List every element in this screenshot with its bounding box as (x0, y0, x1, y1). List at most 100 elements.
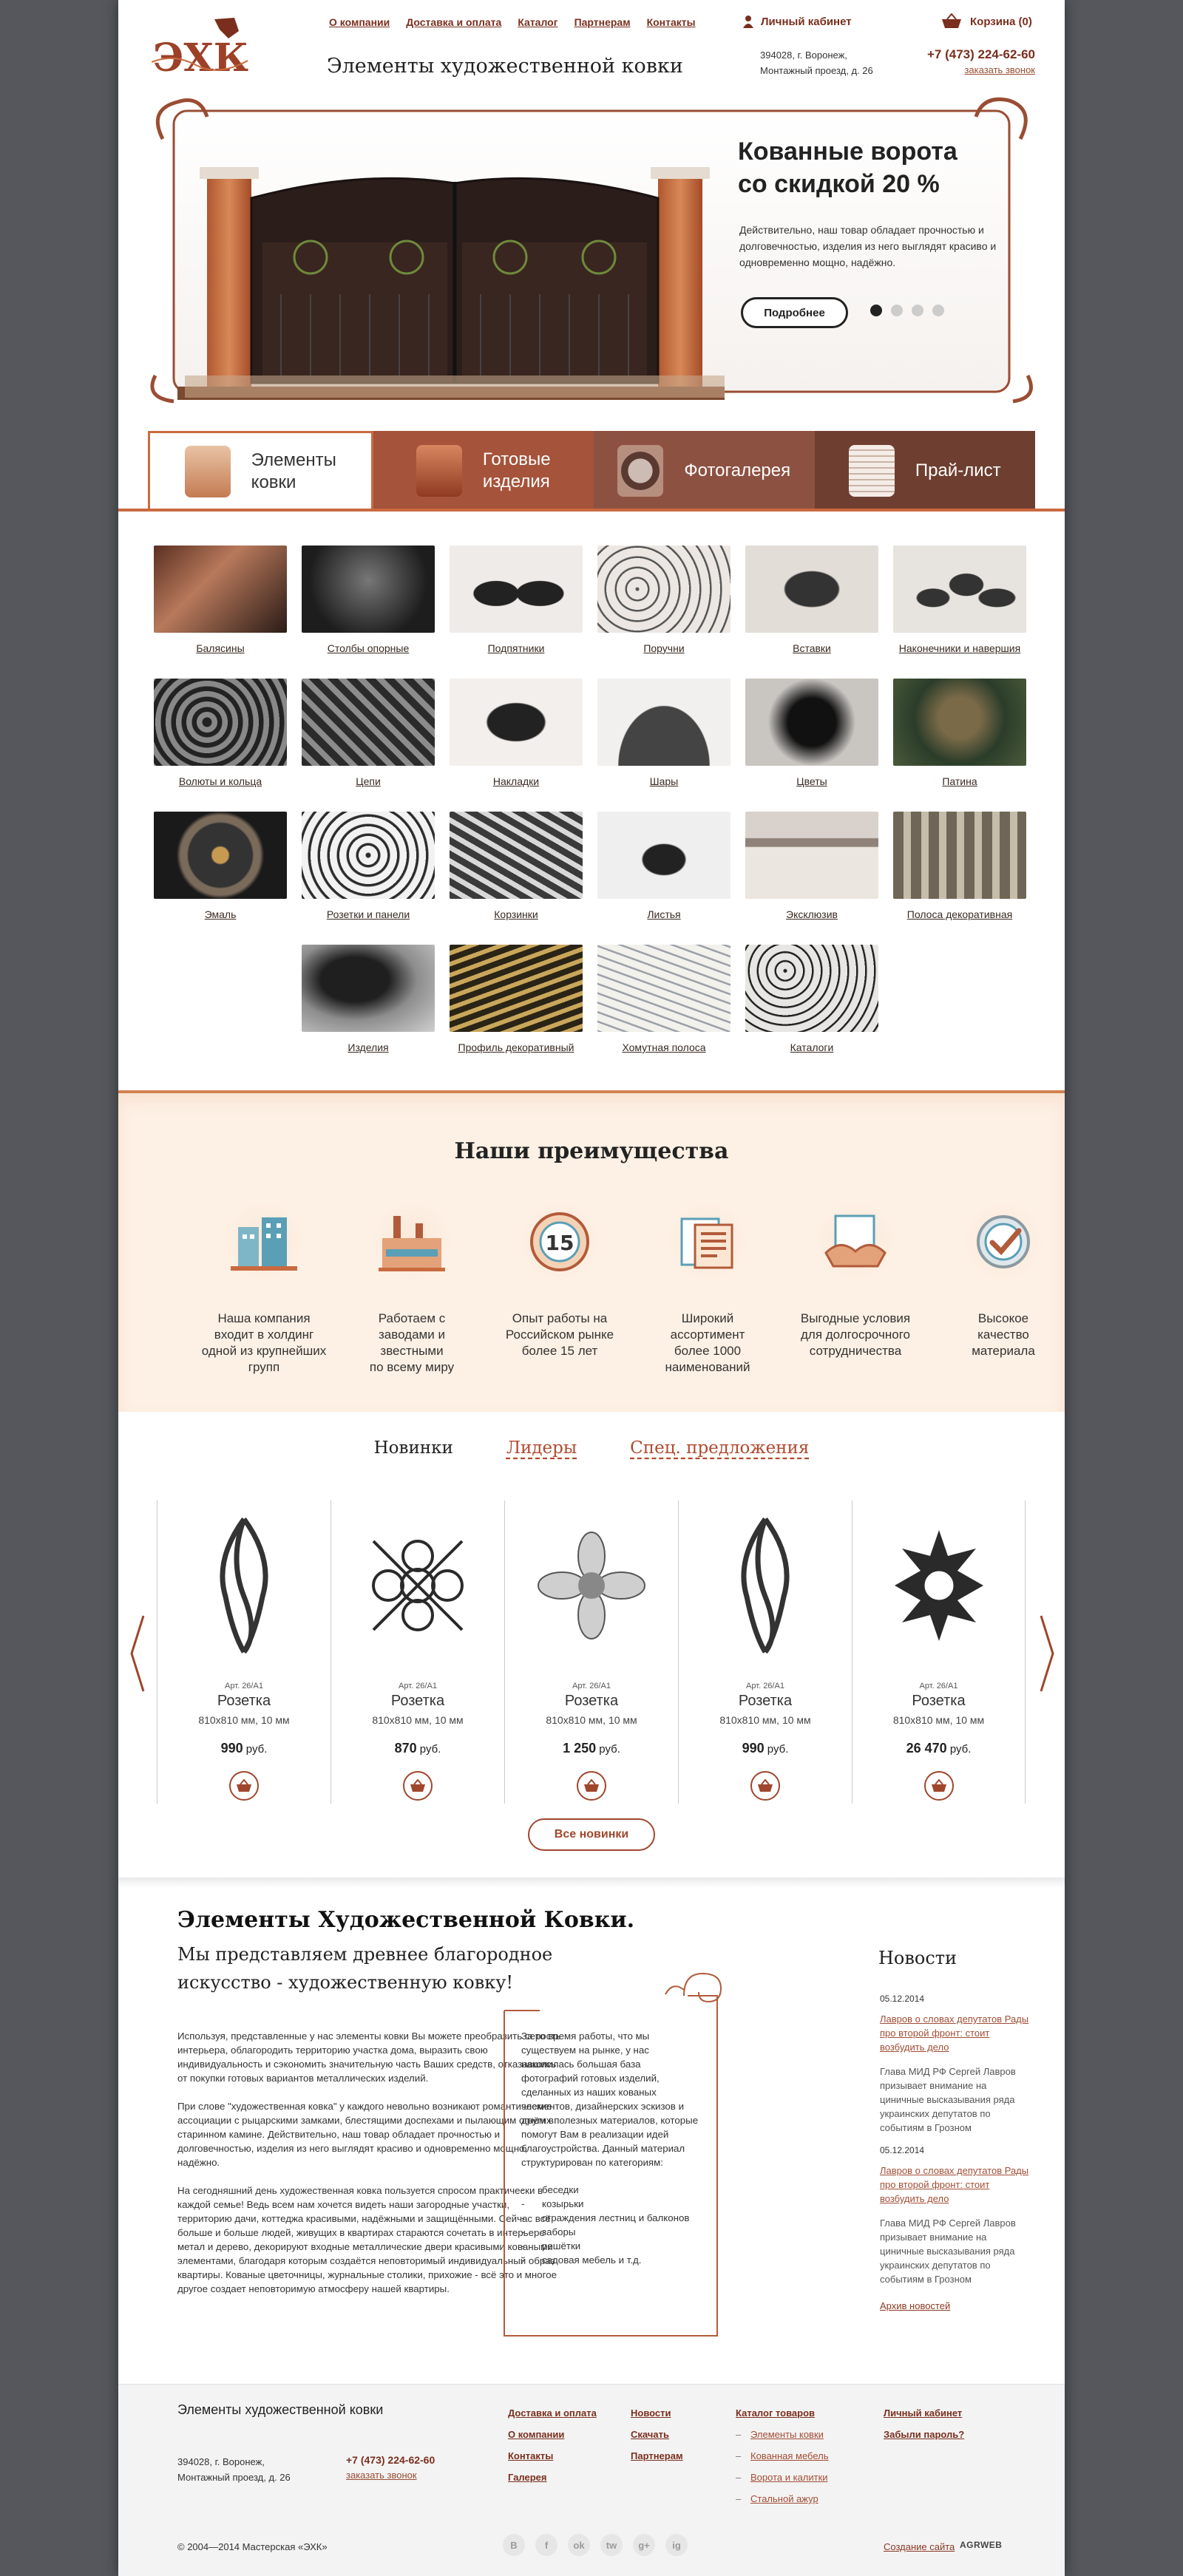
catalog-item[interactable]: Цепи (302, 679, 435, 787)
news-title-link[interactable]: Лавров о словах депутатов Рады про второ… (880, 2012, 1031, 2054)
advantage-text: Выгодные условия для долгосрочного сотрудн… (800, 1311, 911, 1358)
header-phone[interactable]: +7 (473) 224-62-60 (917, 47, 1035, 62)
slider-dot-4[interactable] (932, 305, 944, 316)
catalog-item[interactable]: Наконечники и навершия (893, 546, 1026, 654)
made-by-link[interactable]: Создание сайта (884, 2541, 955, 2552)
catalog-item[interactable]: Хомутная полоса (597, 945, 731, 1053)
agency-logo[interactable]: AGRWEB (960, 2540, 1002, 2550)
footer-link[interactable]: Забыли пароль? (884, 2424, 964, 2445)
handshake-icon (815, 1201, 896, 1282)
footer-sublink[interactable]: Кованная мебель (736, 2445, 829, 2467)
account-link[interactable]: Личный кабинет (743, 15, 852, 28)
slider-dot-1[interactable] (870, 305, 882, 316)
slider-dot-3[interactable] (912, 305, 923, 316)
footer-link[interactable]: Личный кабинет (884, 2402, 964, 2424)
tab-forging-elements[interactable]: Элементы ковки (148, 431, 373, 510)
advantage-text: Опыт работы на Российском рынке более 15 л… (505, 1311, 614, 1358)
product-card[interactable]: Арт. 26/А1 Розетка 810x810 мм, 10 мм 1 250… (504, 1501, 678, 1804)
product-card[interactable]: Арт. 26/А1 Розетка 810x810 мм, 10 мм 26 47… (852, 1501, 1026, 1804)
catalog-item[interactable]: Изделия (302, 945, 435, 1053)
catalog-item[interactable]: Волюты и кольца (154, 679, 287, 787)
footer-sublink[interactable]: Элементы ковки (736, 2424, 829, 2445)
tab-ready-products[interactable]: Готовые изделия (373, 431, 594, 510)
catalog-item[interactable]: Балясины (154, 546, 287, 654)
footer-link[interactable]: Галерея (508, 2467, 597, 2488)
add-to-cart-button[interactable] (577, 1771, 606, 1801)
google-plus-icon[interactable]: g+ (633, 2534, 655, 2556)
catalog-item[interactable]: Вставки (745, 546, 878, 654)
footer-callback-link[interactable]: заказать звонок (346, 2470, 417, 2481)
tab-special[interactable]: Спец. предложения (630, 1438, 809, 1458)
cart-link[interactable]: Корзина (0) (940, 13, 1032, 30)
footer-phone[interactable]: +7 (473) 224-62-60 (346, 2454, 435, 2466)
next-arrow-icon[interactable] (1038, 1613, 1056, 1694)
all-new-button[interactable]: Все новинки (528, 1818, 655, 1851)
add-to-cart-button[interactable] (229, 1771, 259, 1801)
add-to-cart-button[interactable] (750, 1771, 780, 1801)
product-card[interactable]: Арт. 26/А1 Розетка 810x810 мм, 10 мм 990 р… (157, 1501, 331, 1804)
slider-dot-2[interactable] (891, 305, 903, 316)
nav-contacts[interactable]: Контакты (647, 16, 696, 28)
catalog-item[interactable]: Патина (893, 679, 1026, 787)
slide-more-button[interactable]: Подробнее (741, 297, 848, 328)
tab-leaders[interactable]: Лидеры (506, 1438, 577, 1458)
facebook-icon[interactable]: f (535, 2534, 557, 2556)
news-title-link[interactable]: Лавров о словах депутатов Рады про второ… (880, 2164, 1031, 2206)
frame-text: За то время работы, что мы существуем на… (521, 2029, 699, 2267)
advantage-conditions: Выгодные условия для долгосрочного сотрудн… (782, 1201, 929, 1359)
twitter-icon[interactable]: tw (600, 2534, 623, 2556)
catalog-item[interactable]: Поручни (597, 546, 731, 654)
add-to-cart-button[interactable] (923, 1771, 954, 1801)
add-to-cart-button[interactable] (403, 1771, 433, 1801)
prev-arrow-icon[interactable] (129, 1613, 146, 1694)
catalog-item[interactable]: Столбы опорные (302, 546, 435, 654)
catalog-item[interactable]: Цветы (745, 679, 878, 787)
catalog-item[interactable]: Каталоги (745, 945, 878, 1053)
nav-catalog[interactable]: Каталог (518, 16, 557, 28)
footer-link[interactable]: Партнерам (631, 2445, 683, 2467)
instagram-icon[interactable]: ig (665, 2534, 688, 2556)
product-image (741, 1517, 790, 1654)
vk-icon[interactable]: В (503, 2534, 525, 2556)
footer-link[interactable]: Контакты (508, 2445, 597, 2467)
news-item: 05.12.2014 Лавров о словах депутатов Рад… (880, 1992, 1031, 2135)
footer-sublink[interactable]: Стальной ажур (736, 2488, 829, 2509)
tab-label: Фотогалерея (684, 460, 791, 480)
tab-price-list[interactable]: Прай-лист (814, 431, 1035, 510)
catalog-item[interactable]: Эксклюзив (745, 812, 878, 920)
callback-link[interactable]: заказать звонок (917, 64, 1035, 75)
odnoklassniki-icon[interactable]: ok (568, 2534, 590, 2556)
basket-icon (584, 1779, 599, 1792)
documents-icon (667, 1201, 748, 1282)
footer-link[interactable]: Скачать (631, 2424, 683, 2445)
nav-partners[interactable]: Партнерам (574, 16, 631, 28)
tab-new[interactable]: Новинки (374, 1438, 453, 1458)
advantage-assortment: Широкий ассортимент более 1000 наименований (634, 1201, 782, 1376)
footer-link[interactable]: Новости (631, 2402, 683, 2424)
news-archive-link[interactable]: Архив новостей (880, 2300, 950, 2311)
catalog-item[interactable]: Корзинки (450, 812, 583, 920)
footer-link[interactable]: Доставка и оплата (508, 2402, 597, 2424)
social-links: В f ok tw g+ ig (503, 2534, 688, 2556)
catalog-item[interactable]: Розетки и панели (302, 812, 435, 920)
nav-about[interactable]: О компании (329, 16, 390, 28)
quality-check-icon (963, 1201, 1044, 1282)
footer-sublink[interactable]: Ворота и калитки (736, 2467, 829, 2488)
footer-link[interactable]: Каталог товаров (736, 2402, 829, 2424)
product-card[interactable]: Арт. 26/А1 Розетка 810x810 мм, 10 мм 990 р… (678, 1501, 852, 1804)
tab-gallery[interactable]: Фотогалерея (594, 431, 815, 510)
catalog-item[interactable]: Листья (597, 812, 731, 920)
catalog-item[interactable]: Полоса декоративная (893, 812, 1026, 920)
product-card[interactable]: Арт. 26/А1 Розетка 810x810 мм, 10 мм 870 р… (331, 1501, 504, 1804)
catalog-item[interactable]: Подпятники (450, 546, 583, 654)
tab-divider (118, 509, 1065, 512)
catalog-item[interactable]: Эмаль (154, 812, 287, 920)
catalog-item[interactable]: Шары (597, 679, 731, 787)
footer-link[interactable]: О компании (508, 2424, 597, 2445)
forging-tab-icon (184, 446, 231, 497)
catalog-item[interactable]: Накладки (450, 679, 583, 787)
catalog-item[interactable]: Профиль декоративный (450, 945, 583, 1053)
nav-delivery[interactable]: Доставка и оплата (406, 16, 501, 28)
logo[interactable]: ЭХК (151, 16, 262, 81)
years-badge-icon: 15 (519, 1201, 600, 1282)
